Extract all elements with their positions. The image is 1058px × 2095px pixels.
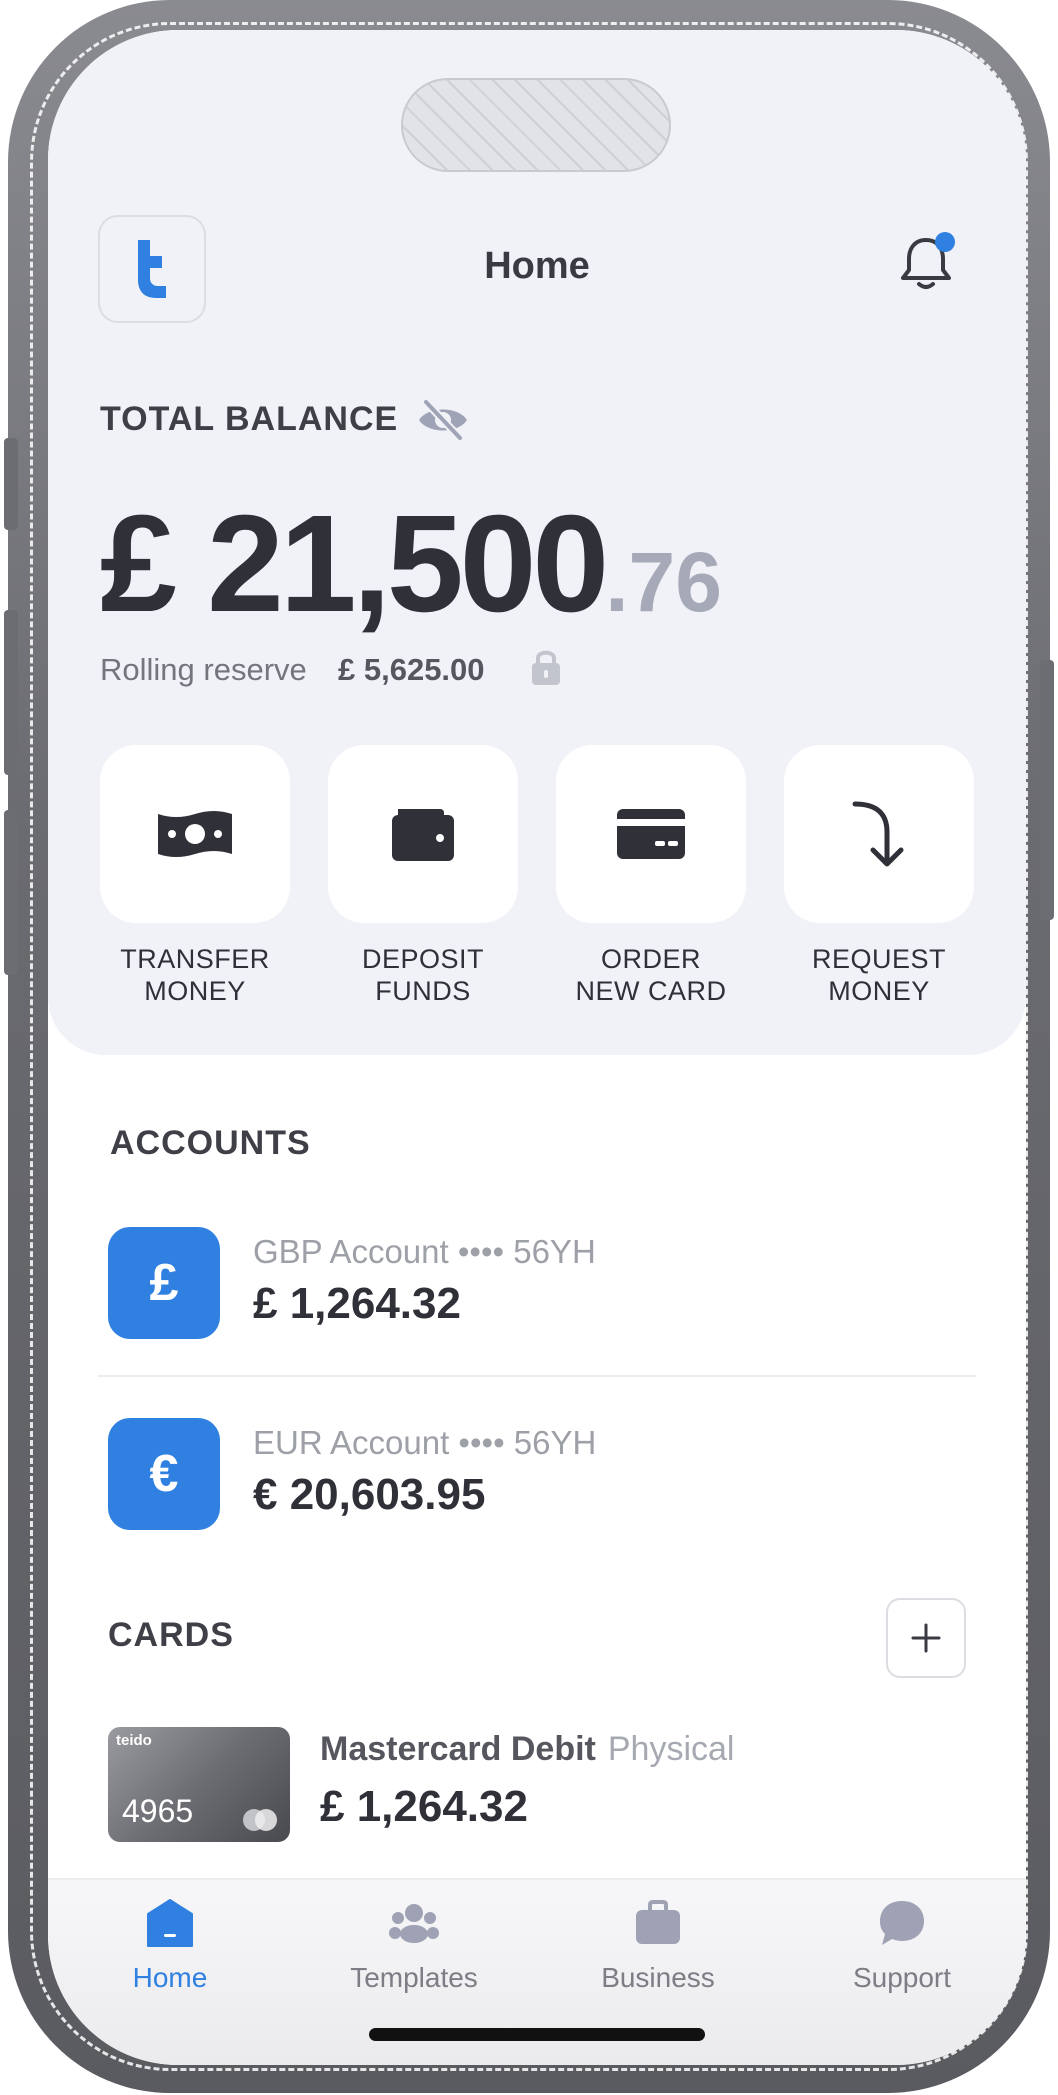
silent-switch xyxy=(4,438,18,530)
card-last4: 4965 xyxy=(122,1793,194,1829)
deposit-funds-button[interactable] xyxy=(328,745,518,923)
tab-business[interactable]: Business xyxy=(536,1880,780,2020)
card-type: Physical xyxy=(607,1730,735,1768)
deposit-funds-action[interactable]: DEPOSIT FUNDS xyxy=(328,745,518,1007)
request-money-button[interactable] xyxy=(784,745,974,923)
total-balance-amount: £ 21,500.76 xyxy=(100,485,722,644)
device-frame: Home TOTAL BALANCE £ 21,500.76 Rolling r… xyxy=(4,0,1054,2093)
tab-support[interactable]: Support xyxy=(780,1880,1024,2020)
account-name: EUR Account •••• 56YH xyxy=(253,1424,597,1461)
dynamic-island xyxy=(401,78,671,172)
tab-home[interactable]: Home xyxy=(48,1880,292,2020)
transfer-money-label: TRANSFER MONEY xyxy=(120,944,270,1006)
transfer-money-button[interactable] xyxy=(100,745,290,923)
page-title: Home xyxy=(484,245,590,287)
pound-icon: £ xyxy=(108,1227,220,1339)
home-indicator xyxy=(369,2028,705,2041)
card-thumbnail[interactable]: teido 4965 xyxy=(108,1727,290,1842)
credit-card-icon xyxy=(617,809,685,859)
tab-templates[interactable]: Templates xyxy=(292,1880,536,2020)
tab-home-label: Home xyxy=(132,1962,208,1993)
euro-icon: € xyxy=(108,1418,220,1530)
eye-off-icon xyxy=(419,399,467,441)
arrow-curve-down-icon xyxy=(852,801,904,867)
phone-screen: Home TOTAL BALANCE £ 21,500.76 Rolling r… xyxy=(48,30,1026,2065)
total-balance-label: TOTAL BALANCE xyxy=(100,400,399,438)
volume-up-button xyxy=(4,610,18,775)
balance-main: £ 21,500 xyxy=(100,487,609,641)
card-balance: £ 1,264.32 xyxy=(320,1782,528,1831)
home-icon xyxy=(147,1899,193,1947)
banknote-icon xyxy=(158,811,232,857)
tab-support-label: Support xyxy=(852,1962,952,1993)
tab-templates-label: Templates xyxy=(350,1962,478,1993)
rolling-reserve-value: £ 5,625.00 xyxy=(338,652,485,687)
add-card-button[interactable] xyxy=(886,1598,966,1678)
transfer-money-action[interactable]: TRANSFER MONEY xyxy=(100,745,290,1007)
tab-business-label: Business xyxy=(601,1962,715,1993)
card-name[interactable]: Mastercard Debit Physical xyxy=(320,1730,734,1769)
account-row-gbp[interactable]: £ GBP Account •••• 56YH £ 1,264.32 xyxy=(108,1227,968,1339)
account-balance: £ 1,264.32 xyxy=(253,1279,461,1328)
card-name-label: Mastercard Debit xyxy=(320,1730,596,1768)
plus-icon xyxy=(911,1623,941,1653)
hide-balance-toggle[interactable] xyxy=(416,396,470,449)
people-icon xyxy=(389,1904,439,1943)
account-name: GBP Account •••• 56YH xyxy=(253,1233,596,1270)
account-row-eur[interactable]: € EUR Account •••• 56YH € 20,603.95 xyxy=(108,1418,968,1530)
order-new-card-button[interactable] xyxy=(556,745,746,923)
deposit-funds-label: DEPOSIT FUNDS xyxy=(361,944,485,1006)
request-money-label: REQUEST MONEY xyxy=(811,944,947,1006)
accounts-title: ACCOUNTS xyxy=(110,1124,311,1162)
mastercard-logo-icon xyxy=(243,1809,277,1831)
wallet-icon xyxy=(392,809,454,861)
rolling-reserve-label: Rolling reserve xyxy=(100,652,307,687)
chat-bubble-icon xyxy=(880,1901,924,1945)
notifications-button[interactable] xyxy=(891,228,961,298)
notification-dot xyxy=(935,232,955,252)
account-divider xyxy=(98,1375,976,1377)
briefcase-icon xyxy=(636,1900,680,1944)
request-money-action[interactable]: REQUEST MONEY xyxy=(784,745,974,1007)
power-button xyxy=(1040,660,1054,920)
balance-cents: .76 xyxy=(605,535,722,629)
order-new-card-label: ORDER NEW CARD xyxy=(575,944,727,1006)
balance-panel: Home TOTAL BALANCE £ 21,500.76 Rolling r… xyxy=(48,30,1026,1055)
account-balance: € 20,603.95 xyxy=(253,1470,486,1519)
volume-down-button xyxy=(4,810,18,975)
card-brand: teido xyxy=(116,1732,152,1749)
lock-icon xyxy=(528,647,564,692)
order-new-card-action[interactable]: ORDER NEW CARD xyxy=(556,745,746,1007)
cards-title: CARDS xyxy=(108,1616,234,1654)
